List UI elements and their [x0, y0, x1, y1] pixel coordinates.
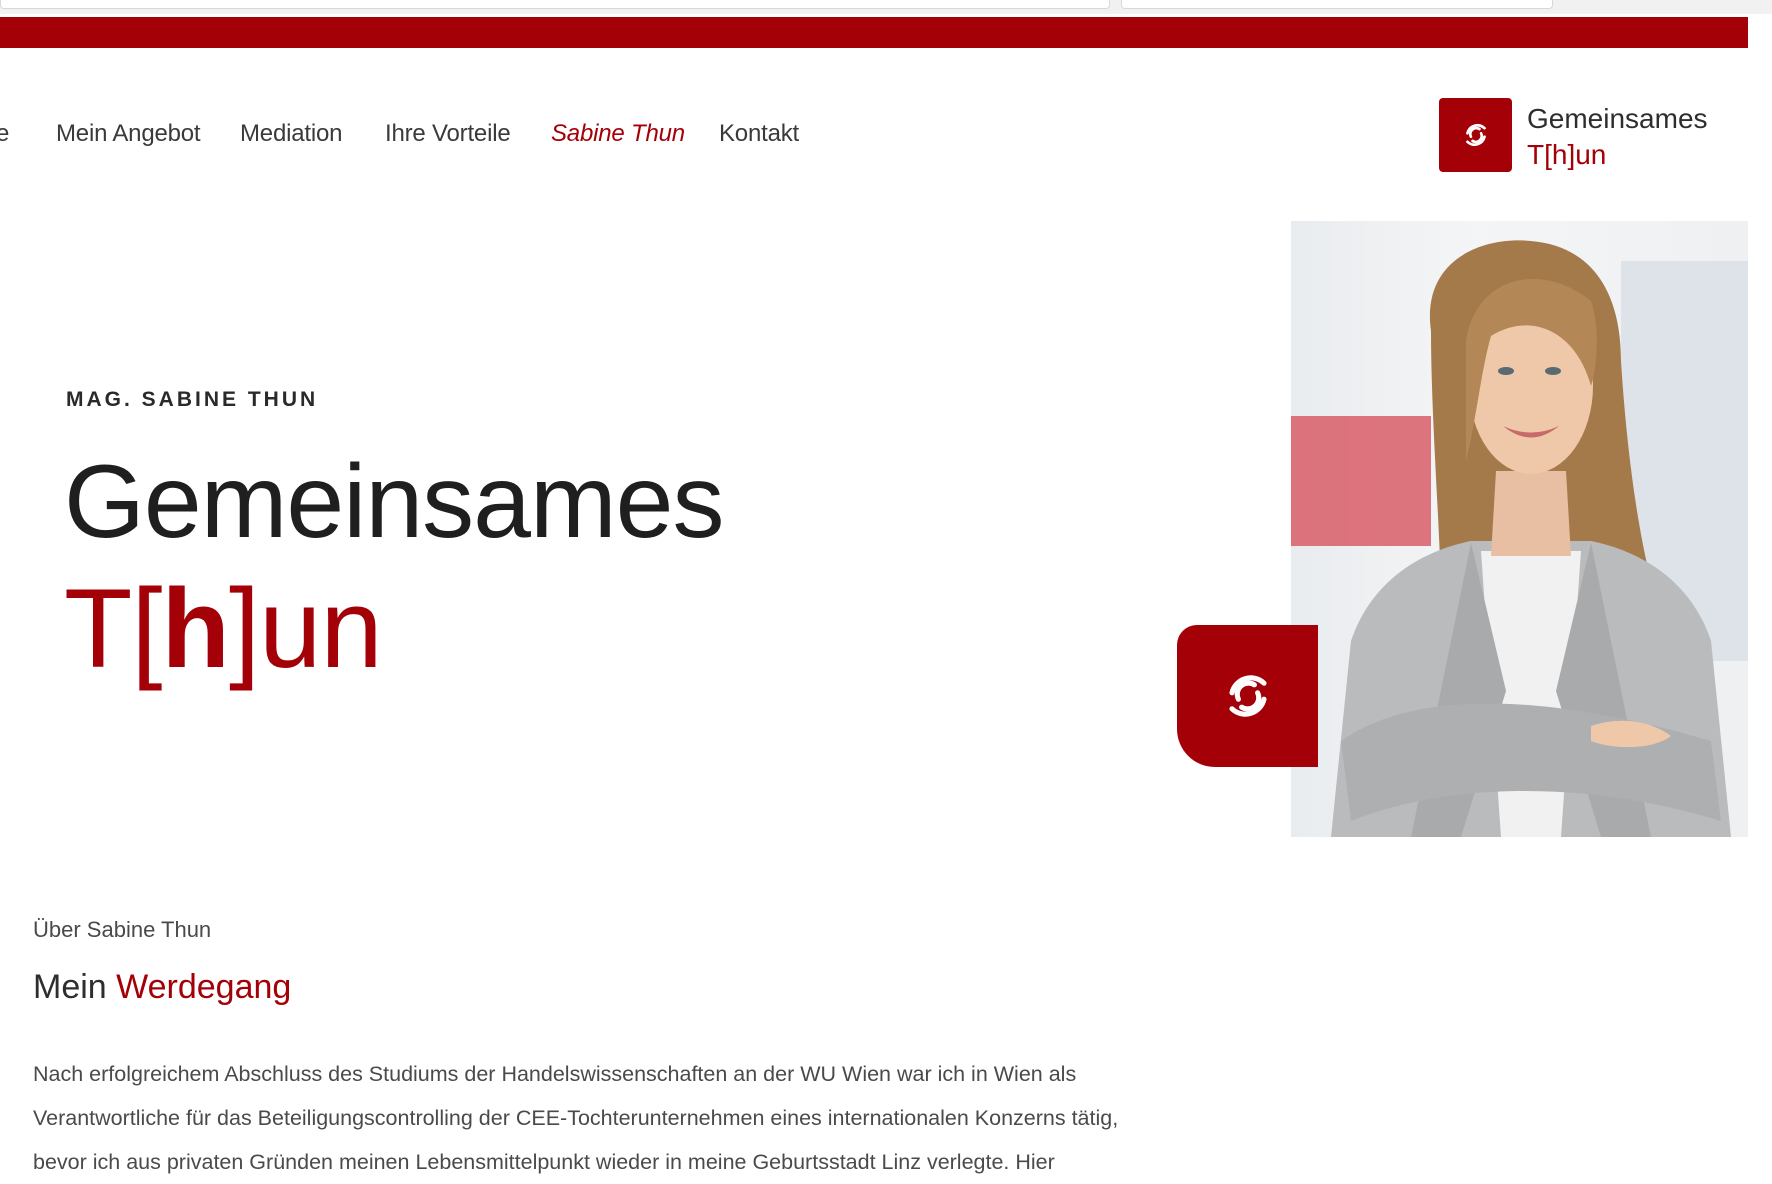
nav-item-mein-angebot[interactable]: Mein Angebot	[56, 120, 201, 148]
brand-wordmark[interactable]: Gemeinsames T[h]un	[1527, 101, 1708, 173]
hero-title-line-2: T[h]un	[64, 564, 383, 694]
address-bar[interactable]	[0, 0, 1110, 9]
nav-item-kontakt[interactable]: Kontakt	[719, 120, 799, 148]
about-paragraph: Nach erfolgreichem Abschluss des Studium…	[33, 1052, 1143, 1184]
hero-title-part-b: h	[161, 566, 230, 691]
nav-item-partial[interactable]: e	[0, 120, 9, 148]
paragraph-line: Nach erfolgreichem Abschluss des Studium…	[33, 1062, 1077, 1086]
about-title-plain: Mein	[33, 968, 107, 1006]
page-edge	[1748, 48, 1772, 1181]
hero-title-part-a: T[	[64, 566, 163, 691]
hero-title-line-1: Gemeinsames	[64, 444, 724, 560]
paragraph-line: bevor ich aus privaten Gründen meinen Le…	[33, 1150, 1055, 1174]
about-title: Mein Werdegang	[33, 968, 291, 1007]
brand-line-2: T[h]un	[1527, 139, 1607, 170]
portrait-photo	[1291, 221, 1748, 837]
hero-title-part-c: ]un	[228, 566, 383, 691]
nav-item-sabine-thun[interactable]: Sabine Thun	[551, 120, 685, 148]
nav-item-ihre-vorteile[interactable]: Ihre Vorteile	[385, 120, 511, 148]
swirl-icon	[1465, 124, 1486, 146]
nav-item-mediation[interactable]: Mediation	[240, 120, 342, 148]
about-title-accent: Werdegang	[116, 968, 292, 1006]
portrait-figure	[1331, 240, 1731, 837]
about-kicker: Über Sabine Thun	[33, 917, 212, 942]
swirl-icon	[1228, 675, 1267, 717]
search-bar[interactable]	[1121, 0, 1553, 9]
paragraph-line: Verantwortliche für das Beteiligungscont…	[33, 1106, 1119, 1130]
hero-logo-mark	[1177, 625, 1318, 767]
browser-chrome	[0, 0, 1772, 14]
brand-logo-mark[interactable]	[1439, 98, 1512, 172]
brand-line-1: Gemeinsames	[1527, 103, 1708, 134]
top-accent-bar	[0, 17, 1748, 48]
hero-eyebrow: MAG. SABINE THUN	[66, 388, 319, 411]
